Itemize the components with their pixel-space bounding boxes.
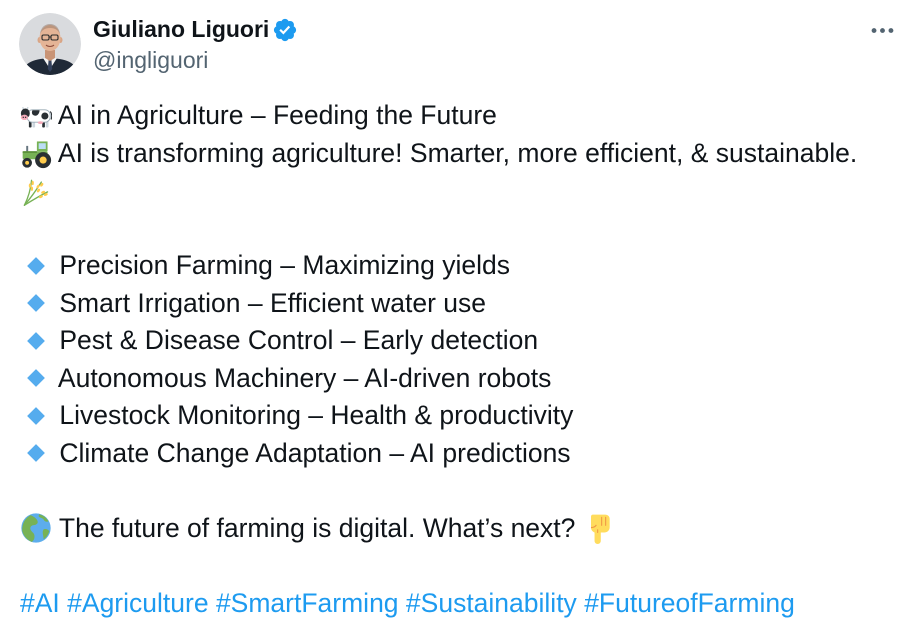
closing-text: The future of farming is digital. What’s… bbox=[58, 512, 576, 543]
small-blue-diamond-icon bbox=[27, 444, 45, 462]
backhand-index-pointing-down-icon bbox=[590, 514, 610, 544]
author-name-row: Giuliano Liguori bbox=[93, 14, 298, 45]
bullet-item: Autonomous Machinery – AI-driven robots bbox=[20, 360, 886, 398]
bullet-text: Livestock Monitoring – Health & producti… bbox=[59, 400, 574, 430]
small-blue-diamond-icon bbox=[27, 294, 45, 312]
bullet-text: Autonomous Machinery – AI-driven robots bbox=[57, 362, 552, 393]
bullet-item: Pest & Disease Control – Early detection bbox=[20, 322, 886, 360]
post: Giuliano Liguori @ingliguori AI in Agric… bbox=[0, 0, 906, 633]
globe-europe-africa-icon bbox=[21, 513, 51, 543]
bullet-item: Climate Change Adaptation – AI predictio… bbox=[20, 435, 886, 473]
hashtag-link[interactable]: #SmartFarming bbox=[216, 588, 399, 618]
hashtag-link[interactable]: #AI bbox=[20, 588, 60, 618]
bullet-text: Precision Farming – Maximizing yields bbox=[59, 250, 511, 280]
author-name[interactable]: Giuliano Liguori bbox=[93, 14, 269, 45]
small-blue-diamond-icon bbox=[27, 331, 45, 350]
bullet-text: Smart Irrigation – Efficient water use bbox=[59, 287, 487, 318]
author-handle[interactable]: @ingliguori bbox=[93, 45, 208, 76]
bullet-text: Climate Change Adaptation – AI predictio… bbox=[59, 437, 571, 468]
sheaf-of-rice-icon bbox=[23, 179, 49, 206]
verified-badge-icon[interactable] bbox=[272, 17, 298, 43]
avatar-photo bbox=[19, 13, 81, 75]
small-blue-diamond-icon bbox=[27, 256, 45, 275]
intro-line: AI in Agriculture – Feeding the Future bbox=[20, 97, 886, 135]
bullet-item: Smart Irrigation – Efficient water use bbox=[20, 285, 886, 323]
cow-icon bbox=[20, 106, 52, 128]
post-text: AI in Agriculture – Feeding the Future A… bbox=[20, 97, 886, 622]
closing-line: The future of farming is digital. What’s… bbox=[20, 510, 886, 548]
intro-line-continuation bbox=[20, 172, 886, 210]
intro-text: AI is transforming agriculture! Smarter,… bbox=[57, 137, 858, 168]
intro-line: AI is transforming agriculture! Smarter,… bbox=[20, 135, 886, 173]
hashtag-link[interactable]: #Agriculture bbox=[67, 588, 208, 618]
bullet-item: Precision Farming – Maximizing yields bbox=[20, 247, 886, 285]
intro-text: AI in Agriculture – Feeding the Future bbox=[57, 100, 497, 130]
bullet-text: Pest & Disease Control – Early detection bbox=[59, 325, 539, 355]
hashtags: #AI #Agriculture #SmartFarming #Sustaina… bbox=[20, 585, 886, 623]
more-options-icon[interactable] bbox=[868, 16, 897, 45]
small-blue-diamond-icon bbox=[27, 406, 45, 425]
tractor-icon bbox=[22, 141, 52, 169]
small-blue-diamond-icon bbox=[27, 369, 45, 387]
hashtag-link[interactable]: #FutureofFarming bbox=[584, 588, 795, 618]
bullet-item: Livestock Monitoring – Health & producti… bbox=[20, 397, 886, 435]
avatar[interactable] bbox=[19, 13, 81, 75]
hashtag-link[interactable]: #Sustainability bbox=[406, 588, 577, 618]
